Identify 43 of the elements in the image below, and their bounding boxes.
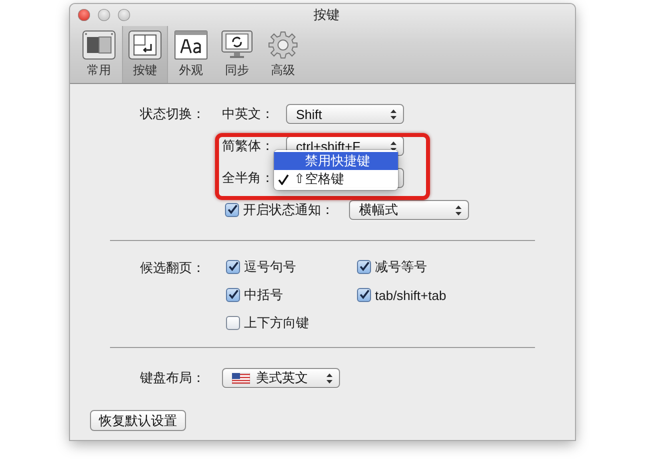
stepper-arrows-icon — [455, 204, 462, 216]
dropdown[interactable]: 横幅式 — [349, 200, 469, 220]
minimize-button[interactable] — [98, 9, 110, 21]
dropdown[interactable]: Shift — [286, 104, 404, 124]
stepper-arrows-icon — [326, 372, 333, 384]
font-icon — [174, 30, 208, 60]
toolbar-tab[interactable]: 高级 — [260, 26, 306, 83]
toggle-panel-icon — [82, 30, 116, 60]
checkbox-label: tab/shift+tab — [375, 288, 446, 302]
checkbox[interactable] — [226, 260, 240, 274]
checkbox-label: 开启状态通知： — [243, 201, 334, 219]
section-label: 键盘布局： — [139, 369, 205, 387]
flag-icon — [232, 372, 250, 384]
toolbar-tab[interactable]: 同步 — [214, 26, 260, 83]
toolbar-tab[interactable]: 按键 — [122, 26, 168, 83]
menu-item[interactable]: 禁用快捷键 — [274, 152, 398, 170]
menu-item[interactable]: ⇧空格键 — [274, 170, 398, 188]
toolbar-tab[interactable]: 外观 — [168, 26, 214, 83]
section-label: 候选翻页： — [139, 259, 205, 277]
gear-icon — [266, 30, 300, 60]
stepper-arrows-icon — [390, 108, 397, 120]
checkbox[interactable] — [226, 316, 240, 330]
checkbox-label: 上下方向键 — [244, 314, 309, 332]
checkbox[interactable] — [357, 260, 371, 274]
field-label: 简繁体： — [222, 137, 270, 155]
restore-defaults-button[interactable]: 恢复默认设置 — [90, 410, 186, 431]
zoom-button[interactable] — [118, 9, 130, 21]
stepper-arrows-icon — [390, 140, 397, 152]
checkbox[interactable] — [225, 203, 239, 217]
monitor-sync-icon — [220, 30, 254, 60]
checkbox-label: 减号等号 — [375, 258, 427, 276]
dropdown[interactable]: 美式英文 — [222, 368, 340, 388]
checkbox-label: 中括号 — [244, 286, 283, 304]
checkbox-label: 逗号句号 — [244, 258, 296, 276]
return-key-icon — [128, 30, 162, 60]
section-label: 状态切换： — [138, 105, 205, 123]
field-label: 中英文： — [222, 105, 270, 123]
checkbox[interactable] — [357, 288, 371, 302]
field-label: 全半角： — [222, 169, 270, 187]
window-title: 按键 — [312, 6, 340, 24]
checkbox[interactable] — [226, 288, 240, 302]
toolbar-tab[interactable]: 常用 — [76, 26, 122, 83]
close-button[interactable] — [78, 9, 90, 21]
